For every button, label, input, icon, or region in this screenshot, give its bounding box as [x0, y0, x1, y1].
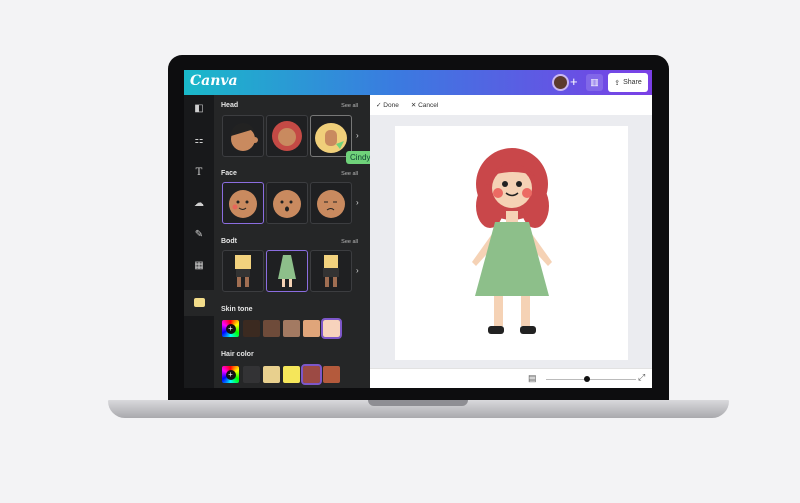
cancel-button[interactable]: ✕ Cancel	[411, 101, 439, 109]
hair-swatch[interactable]	[283, 366, 300, 383]
hair-swatch[interactable]	[263, 366, 280, 383]
hair-swatch[interactable]	[243, 366, 260, 383]
body-option[interactable]	[266, 250, 308, 292]
elements-icon[interactable]: ⚏	[184, 135, 214, 146]
face-option[interactable]	[310, 182, 352, 224]
face-option[interactable]	[222, 182, 264, 224]
head-option[interactable]	[266, 115, 308, 157]
done-button[interactable]: ✓ Done	[376, 101, 399, 109]
upload-icon: ⇪	[614, 79, 621, 87]
draw-icon[interactable]: ✎	[184, 229, 214, 240]
canva-editor: Canva + ▥ ⇪ Share ◧ ⚏ T ☁ ✎ ▦ Head See al…	[184, 70, 652, 388]
cancel-label: Cancel	[418, 102, 439, 109]
chart-icon[interactable]: ▥	[586, 74, 603, 91]
section-title: Bodt	[221, 238, 237, 245]
head-option[interactable]	[222, 115, 264, 157]
skin-swatch[interactable]	[283, 320, 300, 337]
body-option[interactable]	[222, 250, 264, 292]
hair-color-title: Hair color	[221, 351, 254, 358]
head-option[interactable]	[310, 115, 352, 157]
text-icon[interactable]: T	[184, 167, 214, 178]
skin-swatch[interactable]	[243, 320, 260, 337]
body-option[interactable]	[310, 250, 352, 292]
plus-icon: +	[225, 369, 236, 380]
zoom-slider-handle[interactable]	[584, 376, 590, 382]
see-all-link[interactable]: See all	[341, 171, 358, 177]
hair-swatch[interactable]	[301, 364, 322, 385]
share-button[interactable]: ⇪ Share	[608, 73, 648, 92]
skin-swatch[interactable]	[263, 320, 280, 337]
notes-icon[interactable]: ▤	[528, 373, 537, 384]
skin-tone-title: Skin tone	[221, 306, 253, 313]
edit-toolbar: ✓ Done ✕ Cancel	[370, 95, 652, 115]
design-page[interactable]	[395, 126, 628, 360]
share-label: Share	[623, 79, 642, 86]
custom-hair-color-button[interactable]: +	[222, 366, 239, 383]
character-illustration[interactable]	[395, 126, 628, 360]
section-title: Face	[221, 170, 237, 177]
laptop-notch	[368, 400, 468, 406]
avatar[interactable]	[552, 74, 569, 91]
sidebar-rail: ◧ ⚏ T ☁ ✎ ▦	[184, 95, 214, 388]
fullscreen-icon[interactable]: ⤢	[638, 372, 645, 383]
done-label: Done	[383, 102, 399, 109]
canva-logo[interactable]: Canva	[190, 73, 238, 89]
custom-skin-color-button[interactable]: +	[222, 320, 239, 337]
zoom-slider[interactable]	[546, 379, 636, 380]
see-all-link[interactable]: See all	[341, 239, 358, 245]
chevron-right-icon[interactable]: ›	[356, 131, 359, 140]
section-title: Head	[221, 102, 239, 109]
chevron-right-icon[interactable]: ›	[356, 266, 359, 275]
apps-icon[interactable]: ▦	[184, 260, 214, 271]
templates-icon[interactable]: ◧	[184, 103, 214, 114]
chevron-right-icon[interactable]: ›	[356, 198, 359, 207]
plus-icon: +	[225, 323, 236, 334]
bottom-bar: ▤ ⤢	[370, 368, 652, 388]
see-all-link[interactable]: See all	[341, 103, 358, 109]
character-panel: Head See all › Face See all › Bodt See a…	[214, 95, 370, 388]
skin-swatch[interactable]	[303, 320, 320, 337]
face-option[interactable]	[266, 182, 308, 224]
character-builder-icon[interactable]	[184, 290, 214, 316]
upload-cloud-icon[interactable]: ☁	[184, 198, 214, 209]
top-bar: Canva + ▥ ⇪ Share	[184, 70, 652, 95]
canvas-area	[370, 115, 652, 368]
hair-swatch[interactable]	[323, 366, 340, 383]
add-collaborator-button[interactable]: +	[570, 74, 578, 89]
skin-swatch[interactable]	[321, 318, 342, 339]
